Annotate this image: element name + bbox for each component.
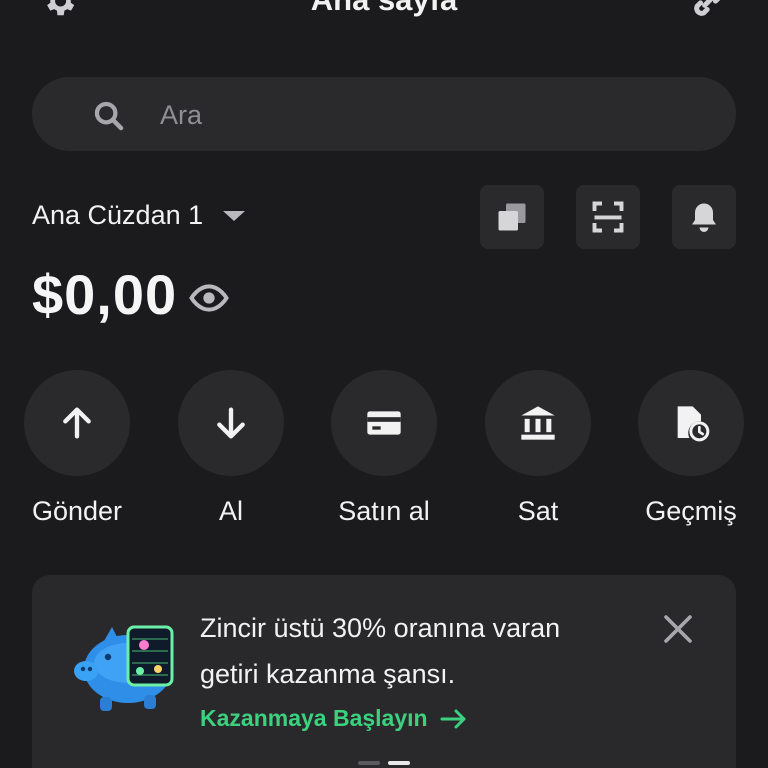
sell-action[interactable]: Sat xyxy=(461,370,615,527)
history-button[interactable] xyxy=(638,370,744,476)
sell-button[interactable] xyxy=(485,370,591,476)
buy-button[interactable] xyxy=(331,370,437,476)
carousel-dot-active[interactable] xyxy=(388,761,410,765)
chevron-down-icon xyxy=(223,210,246,221)
promo-line-1: Zincir üstü 30% oranına varan xyxy=(200,613,561,643)
arrow-up-icon xyxy=(63,407,91,439)
page-title: Ana sayfa xyxy=(0,0,768,18)
arrow-right-icon xyxy=(440,709,466,728)
carousel-indicator xyxy=(358,761,410,765)
receive-label: Al xyxy=(218,496,243,526)
card-icon xyxy=(367,411,401,435)
history-action[interactable]: Geçmiş xyxy=(614,370,768,527)
buy-label: Satın al xyxy=(338,496,430,526)
eye-icon[interactable] xyxy=(189,278,229,318)
wallet-balance: $0,00 xyxy=(32,263,178,326)
search-input[interactable] xyxy=(158,91,722,139)
carousel-dot[interactable] xyxy=(358,761,380,765)
notifications-button[interactable] xyxy=(672,185,736,249)
promo-card[interactable]: Zincir üstü 30% oranına varan getiri kaz… xyxy=(32,575,736,768)
arrow-down-icon xyxy=(217,407,245,439)
balance-row: $0,00 xyxy=(32,262,229,327)
start-earning-link[interactable]: Kazanmaya Başlayın xyxy=(200,705,468,732)
receive-action[interactable]: Al xyxy=(154,370,308,527)
piggy-bank-icon xyxy=(74,625,174,711)
bell-icon xyxy=(692,203,716,232)
history-label: Geçmiş xyxy=(645,496,737,526)
promo-text: Zincir üstü 30% oranına varan getiri kaz… xyxy=(200,605,640,697)
start-earning-label: Kazanmaya Başlayın xyxy=(200,705,428,731)
scan-button[interactable] xyxy=(576,185,640,249)
bank-icon xyxy=(521,406,555,440)
scan-icon xyxy=(592,201,624,233)
receive-button[interactable] xyxy=(178,370,284,476)
send-action[interactable]: Gönder xyxy=(0,370,154,527)
promo-line-2: getiri kazanma şansı. xyxy=(200,659,456,689)
sell-label: Sat xyxy=(517,496,559,526)
send-button[interactable] xyxy=(24,370,130,476)
top-bar: Ana sayfa xyxy=(0,0,768,26)
wallet-name: Ana Cüzdan 1 xyxy=(32,200,204,230)
copy-address-button[interactable] xyxy=(480,185,544,249)
close-icon[interactable] xyxy=(660,611,696,647)
buy-action[interactable]: Satın al xyxy=(307,370,461,527)
history-icon xyxy=(677,406,710,442)
copy-icon xyxy=(498,203,526,231)
link-icon[interactable] xyxy=(688,0,728,22)
search-icon xyxy=(94,101,124,131)
search-bar[interactable] xyxy=(32,77,736,151)
wallet-selector[interactable]: Ana Cüzdan 1 xyxy=(32,200,246,231)
send-label: Gönder xyxy=(31,496,123,526)
home-screen: Ana sayfa Ana Cüzdan 1 xyxy=(0,0,768,768)
